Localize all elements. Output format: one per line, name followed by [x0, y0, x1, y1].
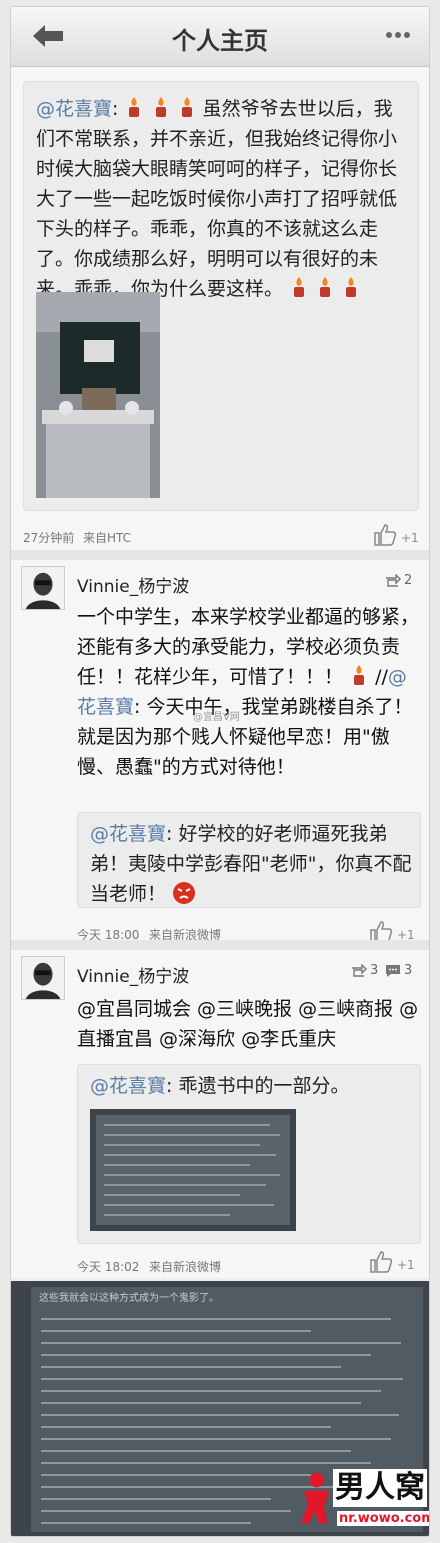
retweet-body: : 乖遗书中的一部分。 [166, 1075, 350, 1097]
suicide-note-photo[interactable] [90, 1109, 296, 1231]
avatar[interactable] [21, 566, 65, 610]
like-count: +1 [397, 1258, 415, 1272]
post-body: 一个中学生，本来学校学业都逼的够紧，还能有多大的承受能力，学校必须负责任！！花样… [77, 602, 423, 782]
retweet-text: @花喜寶: 好学校的好老师逼死我弟弟！夷陵中学彭春阳"老师"，你真不配当老师！ [90, 819, 416, 909]
logo-figure-icon [300, 1472, 330, 1524]
post-card-3: Vinnie_杨宁波 3 3 @宜昌同城会 @三峡晚报 @三峡商报 @直播宜昌 … [11, 950, 429, 1278]
comment-icon[interactable] [385, 964, 401, 978]
note-top-line: 这些我就会以这种方式成为一个鬼影了。 [39, 1293, 219, 1304]
memorial-photo[interactable] [36, 292, 160, 498]
logo-text: 男人窝 [333, 1469, 427, 1507]
retweet-text: @花喜寶: 虽然爷爷去世以后，我们不常联系，并不亲近，但我始终记得你小时候大脑袋… [36, 97, 398, 300]
candle-icon [181, 97, 192, 117]
retweet-box: @花喜寶: 好学校的好老师逼死我弟弟！夷陵中学彭春阳"老师"，你真不配当老师！ [77, 812, 421, 908]
retweet-text: @花喜寶: 乖遗书中的一部分。 [90, 1071, 416, 1101]
avatar[interactable] [21, 956, 65, 1000]
repost-icon[interactable] [351, 964, 367, 978]
post-card-1: @花喜寶: 虽然爷爷去世以后，我们不常联系，并不亲近，但我始终记得你小时候大脑袋… [11, 67, 429, 550]
retweet-box: @花喜寶: 乖遗书中的一部分。 [77, 1064, 421, 1244]
candle-icon [346, 277, 357, 297]
like-count: +1 [401, 531, 419, 545]
like-thumb-icon[interactable] [369, 1250, 393, 1274]
candle-icon [320, 277, 331, 297]
angry-face-icon [173, 882, 196, 904]
repost-separator: // [375, 666, 388, 688]
repost-icon[interactable] [385, 574, 401, 588]
candle-icon [294, 277, 305, 297]
more-options-icon[interactable] [385, 29, 411, 41]
post-source: 来自新浪微博 [149, 1260, 222, 1274]
nav-bar: 个人主页 [11, 7, 429, 67]
retweet-box: @花喜寶: 虽然爷爷去世以后，我们不常联系，并不亲近，但我始终记得你小时候大脑袋… [23, 81, 419, 511]
post-source: 来自HTC [83, 531, 132, 545]
candle-icon [354, 665, 365, 685]
note-photo[interactable]: 这些我就会以这种方式成为一个鬼影了。 男人窝 nr.wowo.com [11, 1281, 429, 1536]
post-card-2: Vinnie_杨宁波 2 一个中学生，本来学校学业都逼的够紧，还能有多大的承受能… [11, 560, 429, 943]
post-time: 今天 18:02 [77, 1260, 140, 1274]
repost-count: 3 [370, 963, 379, 978]
watermark-text: @宜昌V网 [193, 712, 240, 723]
screen-frame: 个人主页 @花喜寶: 虽然爷爷去世以后，我们不常联系，并不亲近，但我始终记得你小… [10, 6, 430, 1537]
user-mention[interactable]: @花喜寶 [90, 1075, 166, 1097]
username[interactable]: Vinnie_杨宁波 [77, 572, 189, 597]
candle-icon [155, 97, 166, 117]
username[interactable]: Vinnie_杨宁波 [77, 962, 189, 987]
user-mention[interactable]: @花喜寶 [90, 823, 166, 845]
logo-url: nr.wowo.com [337, 1511, 429, 1526]
candle-icon [129, 97, 140, 117]
post-body: 虽然爷爷去世以后，我们不常联系，并不亲近，但我始终记得你小时候大脑袋大眼睛笑呵呵… [36, 98, 398, 300]
divider [11, 940, 429, 950]
post-time: 27分钟前 [23, 531, 75, 545]
site-logo: 男人窝 nr.wowo.com [297, 1467, 429, 1535]
like-thumb-icon[interactable] [373, 523, 397, 547]
divider [11, 550, 429, 560]
user-mention[interactable]: @花喜寶 [36, 98, 112, 120]
comment-count: 3 [404, 963, 413, 978]
page-title: 个人主页 [172, 27, 268, 55]
post-mentions[interactable]: @宜昌同城会 @三峡晚报 @三峡商报 @直播宜昌 @深海欣 @李氏重庆 [77, 994, 423, 1054]
repost-count: 2 [404, 573, 413, 588]
